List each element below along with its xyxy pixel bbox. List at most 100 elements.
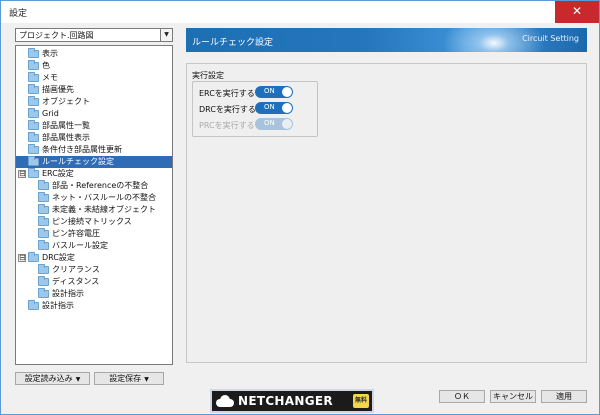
tree-item-drc[interactable]: ⊟ DRC設定	[16, 252, 172, 264]
folder-icon	[28, 108, 39, 118]
erc-option-label: ERCを実行する	[199, 89, 255, 98]
close-button[interactable]: ✕	[555, 1, 599, 23]
folder-icon	[38, 276, 49, 286]
tree-item-label: ディスタンス	[52, 277, 100, 286]
tree-item-label: Grid	[42, 109, 59, 118]
settings-window: 設定 ✕ プロジェクト.回路図 ▼ 表示 色 メモ 描画優先 オブジェクト Gr…	[0, 0, 600, 415]
folder-icon	[28, 156, 39, 166]
folder-icon	[28, 84, 39, 94]
title-bar: 設定 ✕	[1, 1, 599, 23]
tree-item-conditional-update[interactable]: 条件付き部品属性更新	[16, 144, 172, 156]
toggle-knob	[282, 103, 292, 113]
drc-option-label: DRCを実行する	[199, 105, 256, 114]
tree-item-label: 設計指示	[42, 301, 74, 310]
tree-item-label: 描画優先	[42, 85, 74, 94]
banner-title: ルールチェック設定	[192, 38, 274, 48]
group-label: 実行設定	[192, 71, 224, 80]
folder-icon	[28, 300, 39, 310]
load-settings-label: 設定読み込み	[24, 374, 73, 383]
folder-icon	[38, 180, 49, 190]
project-select-value: プロジェクト.回路図	[19, 31, 94, 40]
tree-item-net-bus-mismatch[interactable]: ネット・バスルールの不整合	[16, 192, 172, 204]
tree-item-object[interactable]: オブジェクト	[16, 96, 172, 108]
tree-item-label: ピン接続マトリックス	[52, 217, 132, 226]
project-select[interactable]: プロジェクト.回路図 ▼	[15, 28, 173, 42]
tree-item-part-ref-mismatch[interactable]: 部品・Referenceの不整合	[16, 180, 172, 192]
prc-option-label: PRCを実行する	[199, 121, 255, 130]
tree-item-label: 色	[42, 61, 50, 70]
chevron-down-icon: ▼	[75, 376, 81, 383]
netchanger-logo[interactable]: NETCHANGER 無料	[210, 389, 374, 413]
tree-item-label: ERC設定	[42, 169, 74, 178]
folder-icon	[38, 240, 49, 250]
window-title: 設定	[9, 9, 28, 19]
drc-toggle[interactable]: ON	[255, 102, 293, 114]
tree-item-label: 未定義・未結線オブジェクト	[52, 205, 156, 214]
ok-button[interactable]: ＯＫ	[439, 390, 485, 403]
collapse-icon[interactable]: ⊟	[18, 254, 26, 262]
tree-item-label: 表示	[42, 49, 58, 58]
tree-item-design-directive[interactable]: 設計指示	[16, 300, 172, 312]
tree-item-grid[interactable]: Grid	[16, 108, 172, 120]
toggle-knob	[282, 87, 292, 97]
tree-item-distance[interactable]: ディスタンス	[16, 276, 172, 288]
free-badge: 無料	[353, 394, 369, 408]
tree-item-label: メモ	[42, 73, 58, 82]
tree-item-undefined-objects[interactable]: 未定義・未結線オブジェクト	[16, 204, 172, 216]
folder-icon	[38, 216, 49, 226]
logo-text: NETCHANGER	[238, 394, 333, 408]
tree-item-label: ネット・バスルールの不整合	[52, 193, 156, 202]
collapse-icon[interactable]: ⊟	[18, 170, 26, 178]
tree-item-label: 部品属性一覧	[42, 121, 90, 130]
tree-item-label: オブジェクト	[42, 97, 90, 106]
cancel-button[interactable]: キャンセル	[490, 390, 536, 403]
tree-item-label: 設計指示	[52, 289, 84, 298]
save-settings-button[interactable]: 設定保存 ▼	[94, 372, 164, 385]
folder-icon	[28, 60, 39, 70]
folder-icon	[38, 192, 49, 202]
folder-icon	[38, 228, 49, 238]
tree-item-draw-priority[interactable]: 描画優先	[16, 84, 172, 96]
tree-item-label: クリアランス	[52, 265, 100, 274]
folder-icon	[38, 264, 49, 274]
save-settings-label: 設定保存	[109, 374, 142, 383]
folder-icon	[28, 120, 39, 130]
tree-item-label: ピン許容電圧	[52, 229, 100, 238]
apply-button[interactable]: 適用	[541, 390, 587, 403]
chevron-down-icon[interactable]: ▼	[160, 29, 172, 41]
tree-item-memo[interactable]: メモ	[16, 72, 172, 84]
tree-item-label: ルールチェック設定	[42, 157, 114, 166]
tree-item-clearance[interactable]: クリアランス	[16, 264, 172, 276]
folder-icon	[28, 72, 39, 82]
toggle-knob	[282, 119, 292, 129]
erc-toggle[interactable]: ON	[255, 86, 293, 98]
tree-item-design-directive-drc[interactable]: 設計指示	[16, 288, 172, 300]
folder-icon	[28, 132, 39, 142]
chevron-down-icon: ▼	[144, 376, 149, 383]
folder-icon	[28, 48, 39, 58]
tree-item-part-attr-list[interactable]: 部品属性一覧	[16, 120, 172, 132]
folder-icon	[28, 96, 39, 106]
tree-item-pin-voltage[interactable]: ピン許容電圧	[16, 228, 172, 240]
drc-toggle-state: ON	[264, 103, 275, 111]
folder-icon	[38, 204, 49, 214]
tree-item-pin-matrix[interactable]: ピン接続マトリックス	[16, 216, 172, 228]
tree-item-label: 条件付き部品属性更新	[42, 145, 122, 154]
prc-toggle-state: ON	[264, 119, 275, 127]
tree-item-label: バスルール設定	[52, 241, 108, 250]
tree-item-rule-check[interactable]: ルールチェック設定	[16, 156, 172, 168]
cloud-icon	[216, 395, 234, 407]
tree-item-part-attr-display[interactable]: 部品属性表示	[16, 132, 172, 144]
load-settings-button[interactable]: 設定読み込み ▼	[15, 372, 90, 385]
tree-item-label: 部品属性表示	[42, 133, 90, 142]
banner-subtitle: Circuit Setting	[522, 34, 579, 43]
tree-item-bus-rule[interactable]: バスルール設定	[16, 240, 172, 252]
tree-item-color[interactable]: 色	[16, 60, 172, 72]
section-banner: ルールチェック設定 Circuit Setting	[186, 28, 587, 52]
tree-item-erc[interactable]: ⊟ ERC設定	[16, 168, 172, 180]
erc-toggle-state: ON	[264, 87, 275, 95]
prc-toggle: ON	[255, 118, 293, 130]
folder-icon	[38, 288, 49, 298]
tree-item-label: 部品・Referenceの不整合	[52, 181, 149, 190]
tree-item-display[interactable]: 表示	[16, 48, 172, 60]
